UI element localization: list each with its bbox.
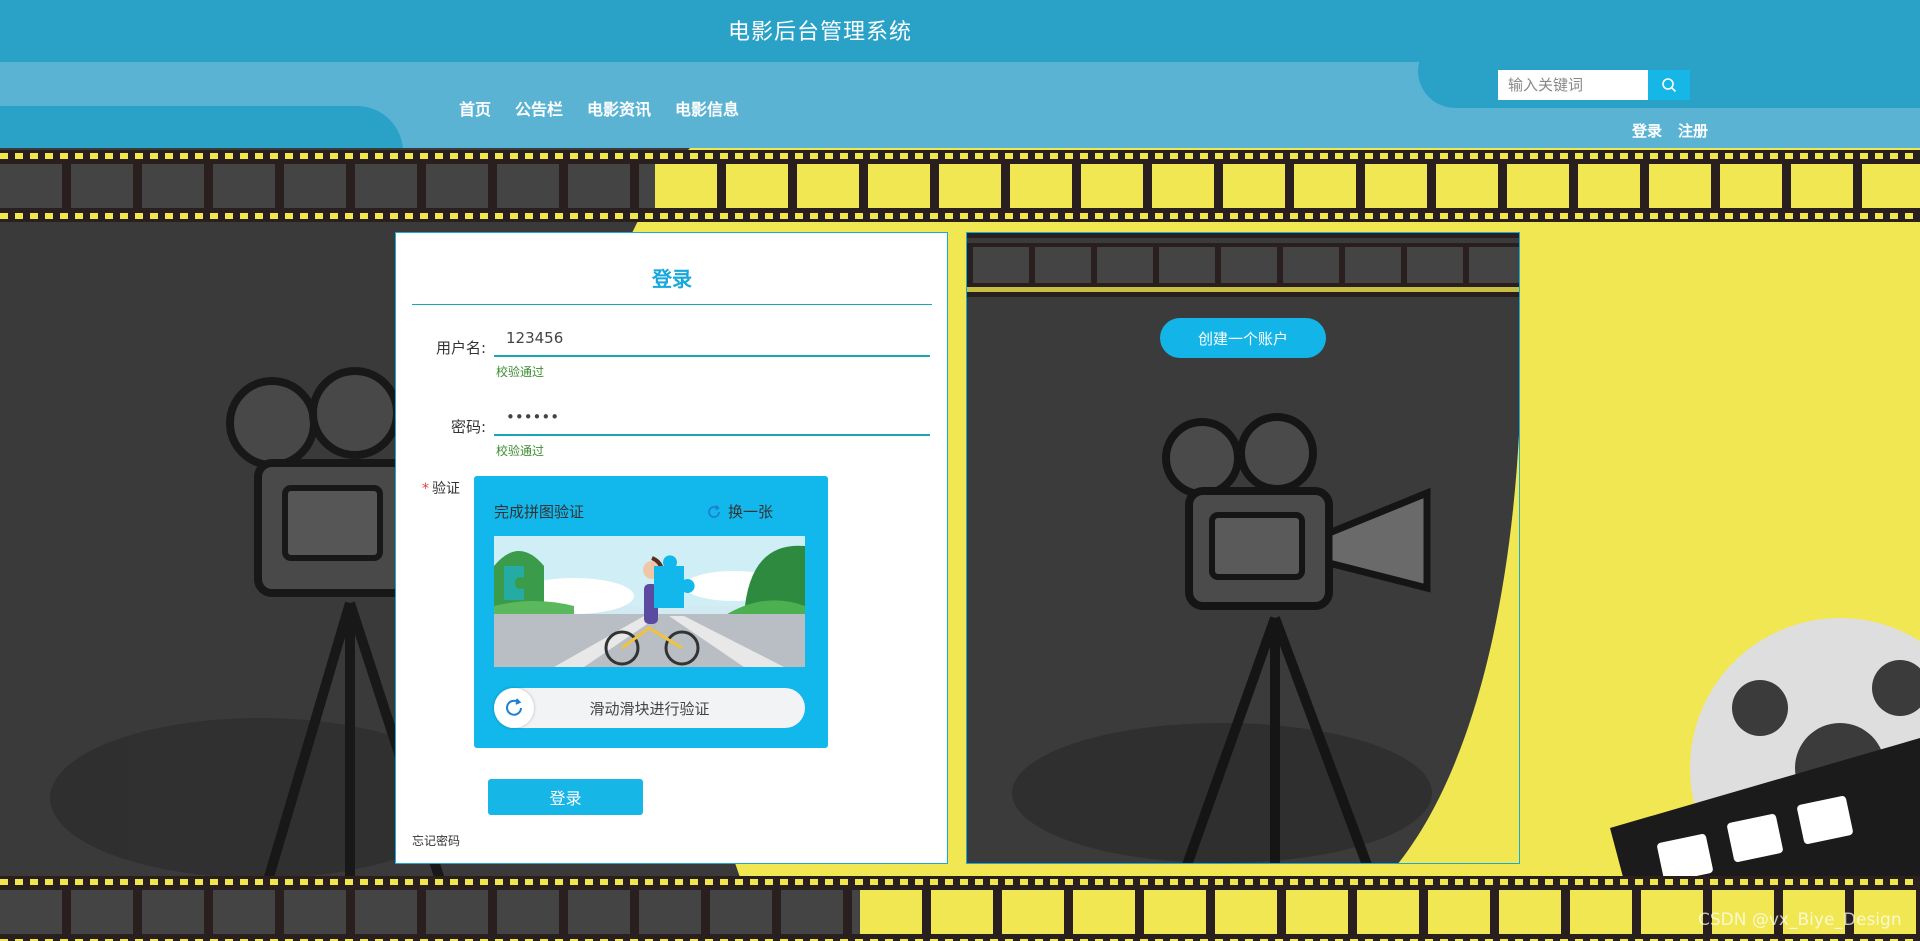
refresh-icon [708, 504, 720, 518]
register-link[interactable]: 注册 [1678, 120, 1708, 141]
required-star: * [422, 481, 429, 497]
captcha-slider-handle[interactable] [494, 688, 534, 728]
captcha-box: 完成拼图验证 换一张 滑动滑块进行验证 [474, 476, 828, 748]
nav-item-movie-news[interactable]: 电影资讯 [587, 96, 651, 120]
login-panel: 登录 用户名: 校验通过 密码: 校验通过 *验证 完成拼图验证 换一张 [395, 232, 948, 864]
search-icon [1662, 78, 1677, 93]
login-link[interactable]: 登录 [1632, 120, 1662, 141]
captcha-illustration [494, 536, 805, 667]
username-label: 用户名: [435, 339, 486, 357]
password-hint: 校验通过 [496, 444, 545, 458]
password-label: 密码: [450, 418, 486, 436]
password-field[interactable] [494, 400, 930, 436]
username-field[interactable] [494, 321, 930, 357]
captcha-slider-track[interactable]: 滑动滑块进行验证 [494, 688, 805, 728]
main-nav: 首页 公告栏 电影资讯 电影信息 [459, 96, 739, 120]
search-input[interactable] [1498, 70, 1648, 100]
scene-art [50, 148, 1920, 941]
nav-item-home[interactable]: 首页 [459, 96, 491, 120]
register-panel: 创建一个账户 [966, 232, 1520, 864]
watermark: CSDN @vx_Biye_Design [1698, 910, 1902, 930]
site-title: 电影后台管理系统 [728, 20, 913, 45]
captcha-label: * 验证 [422, 481, 460, 497]
forgot-password-link[interactable]: 忘记密码 [412, 832, 460, 849]
background-scene [0, 148, 1920, 941]
create-account-button[interactable]: 创建一个账户 [1160, 318, 1326, 358]
captcha-puzzle-image [494, 536, 805, 667]
captcha-title: 完成拼图验证 [494, 503, 585, 521]
username-hint: 校验通过 [496, 365, 545, 379]
refresh-icon [506, 698, 522, 716]
search-button[interactable] [1648, 70, 1690, 100]
film-strip-top [0, 150, 1920, 222]
nav-item-bulletin[interactable]: 公告栏 [515, 96, 563, 120]
captcha-refresh-button[interactable]: 换一张 [706, 501, 773, 522]
header-decor-left [0, 106, 403, 148]
film-strip-bottom [0, 876, 1920, 941]
login-submit-button[interactable]: 登录 [488, 779, 643, 815]
site-header: 电影后台管理系统 首页 公告栏 电影资讯 电影信息 登录 注册 [0, 0, 1920, 148]
auth-links: 登录 注册 [1632, 120, 1708, 141]
nav-item-movie-info[interactable]: 电影信息 [675, 96, 739, 120]
login-title: 登录 [412, 263, 932, 305]
slider-instruction: 滑动滑块进行验证 [589, 699, 710, 718]
